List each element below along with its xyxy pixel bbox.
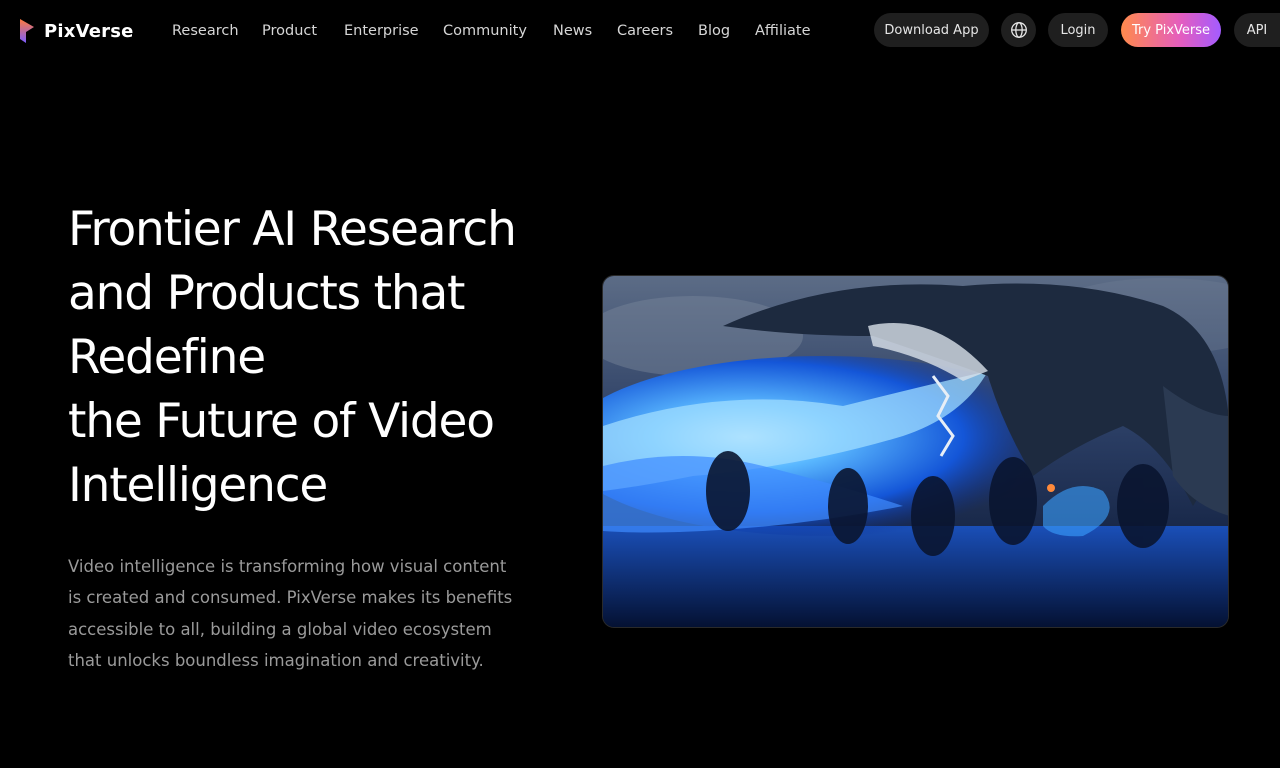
headline-line: the Future of Video <box>68 394 495 449</box>
nav-link-product[interactable]: Product <box>262 20 317 42</box>
globe-icon <box>1010 22 1027 38</box>
download-app-button[interactable]: Download App <box>874 13 989 47</box>
try-pixverse-button[interactable]: Try PixVerse <box>1121 13 1221 47</box>
nav-link-enterprise[interactable]: Enterprise <box>344 20 419 42</box>
api-button[interactable]: API <box>1234 13 1280 47</box>
nav-link-blog[interactable]: Blog <box>698 20 730 42</box>
pixverse-logo-icon <box>20 19 34 43</box>
hero-headline: Frontier AI Research and Products that R… <box>68 198 538 518</box>
language-button[interactable] <box>1001 13 1036 47</box>
nav-link-careers[interactable]: Careers <box>617 20 673 42</box>
dragon-fire-scene-image <box>603 276 1228 627</box>
headline-line: Intelligence <box>68 458 328 513</box>
nav-link-affiliate[interactable]: Affiliate <box>755 20 811 42</box>
nav-link-community[interactable]: Community <box>443 20 527 42</box>
headline-line: and Products that <box>68 266 465 321</box>
headline-line: Redefine <box>68 330 266 385</box>
hero-video[interactable] <box>602 275 1229 628</box>
nav-link-research[interactable]: Research <box>172 20 239 42</box>
login-button[interactable]: Login <box>1048 13 1108 47</box>
nav-link-news[interactable]: News <box>553 20 592 42</box>
brand-name: PixVerse <box>44 20 134 42</box>
headline-line: Frontier AI Research <box>68 202 517 257</box>
top-navbar: PixVerse Research Product Enterprise Com… <box>0 0 1280 62</box>
hero-description: Video intelligence is transforming how v… <box>68 557 513 670</box>
brand-logo[interactable]: PixVerse <box>18 17 134 45</box>
